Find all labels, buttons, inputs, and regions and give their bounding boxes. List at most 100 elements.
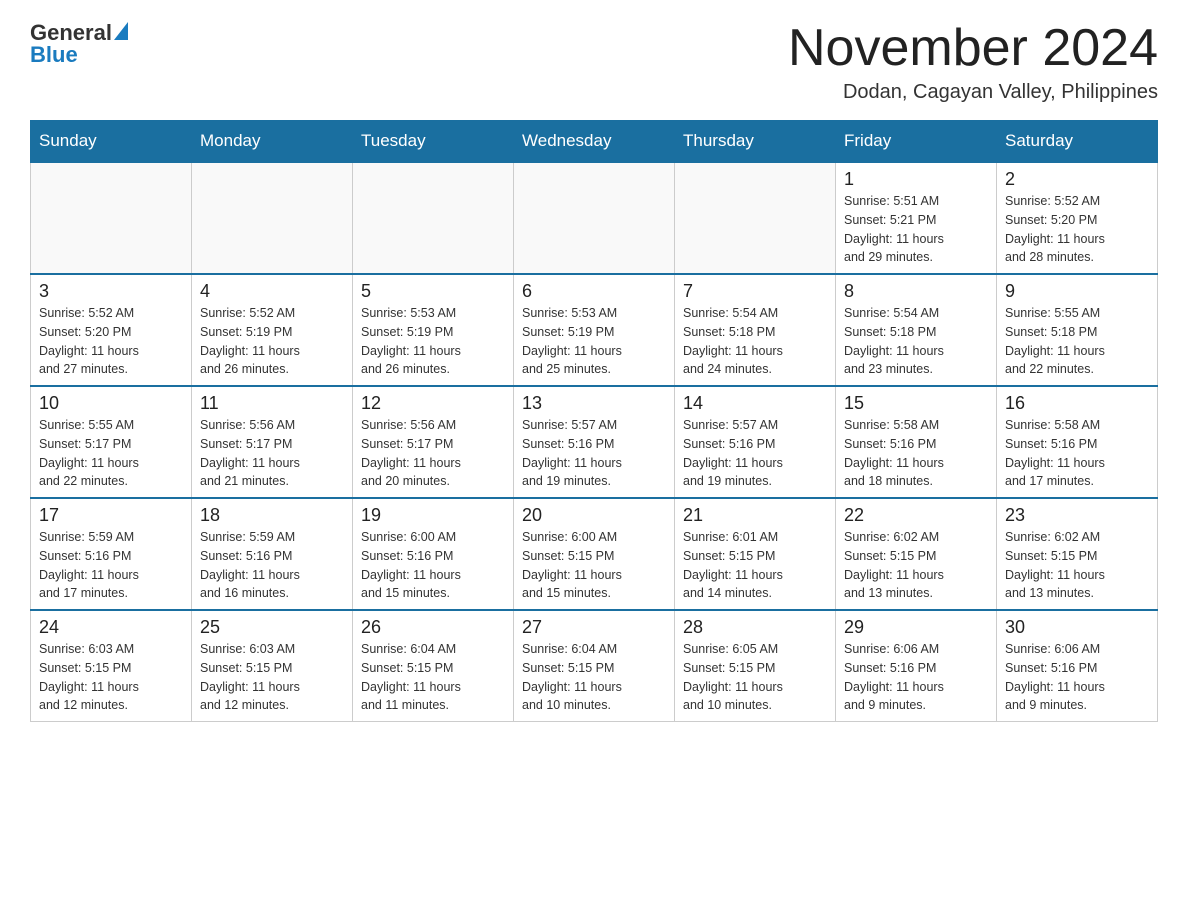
calendar-cell: 8Sunrise: 5:54 AM Sunset: 5:18 PM Daylig… — [836, 274, 997, 386]
day-number: 11 — [200, 393, 344, 414]
column-header-monday: Monday — [192, 121, 353, 163]
calendar-table: SundayMondayTuesdayWednesdayThursdayFrid… — [30, 120, 1158, 722]
title-block: November 2024 Dodan, Cagayan Valley, Phi… — [788, 20, 1158, 104]
day-info: Sunrise: 5:56 AM Sunset: 5:17 PM Dayligh… — [200, 416, 344, 491]
day-number: 30 — [1005, 617, 1149, 638]
logo-wordmark: General Blue — [30, 20, 128, 68]
column-header-sunday: Sunday — [31, 121, 192, 163]
page-header: General Blue November 2024 Dodan, Cagaya… — [30, 20, 1158, 104]
calendar-cell: 13Sunrise: 5:57 AM Sunset: 5:16 PM Dayli… — [514, 386, 675, 498]
day-number: 15 — [844, 393, 988, 414]
day-number: 16 — [1005, 393, 1149, 414]
week-row-5: 24Sunrise: 6:03 AM Sunset: 5:15 PM Dayli… — [31, 610, 1158, 722]
week-row-4: 17Sunrise: 5:59 AM Sunset: 5:16 PM Dayli… — [31, 498, 1158, 610]
day-info: Sunrise: 5:54 AM Sunset: 5:18 PM Dayligh… — [844, 304, 988, 379]
day-number: 27 — [522, 617, 666, 638]
week-row-3: 10Sunrise: 5:55 AM Sunset: 5:17 PM Dayli… — [31, 386, 1158, 498]
day-number: 12 — [361, 393, 505, 414]
day-number: 2 — [1005, 169, 1149, 190]
day-number: 19 — [361, 505, 505, 526]
column-header-saturday: Saturday — [997, 121, 1158, 163]
calendar-cell: 25Sunrise: 6:03 AM Sunset: 5:15 PM Dayli… — [192, 610, 353, 722]
day-info: Sunrise: 5:57 AM Sunset: 5:16 PM Dayligh… — [683, 416, 827, 491]
day-info: Sunrise: 6:03 AM Sunset: 5:15 PM Dayligh… — [39, 640, 183, 715]
calendar-cell: 6Sunrise: 5:53 AM Sunset: 5:19 PM Daylig… — [514, 274, 675, 386]
day-number: 8 — [844, 281, 988, 302]
day-info: Sunrise: 5:52 AM Sunset: 5:19 PM Dayligh… — [200, 304, 344, 379]
day-number: 21 — [683, 505, 827, 526]
day-info: Sunrise: 6:00 AM Sunset: 5:16 PM Dayligh… — [361, 528, 505, 603]
calendar-cell: 9Sunrise: 5:55 AM Sunset: 5:18 PM Daylig… — [997, 274, 1158, 386]
day-info: Sunrise: 6:00 AM Sunset: 5:15 PM Dayligh… — [522, 528, 666, 603]
day-info: Sunrise: 5:51 AM Sunset: 5:21 PM Dayligh… — [844, 192, 988, 267]
calendar-cell: 17Sunrise: 5:59 AM Sunset: 5:16 PM Dayli… — [31, 498, 192, 610]
day-number: 1 — [844, 169, 988, 190]
calendar-cell — [514, 162, 675, 274]
day-info: Sunrise: 5:55 AM Sunset: 5:18 PM Dayligh… — [1005, 304, 1149, 379]
day-info: Sunrise: 5:54 AM Sunset: 5:18 PM Dayligh… — [683, 304, 827, 379]
calendar-cell — [31, 162, 192, 274]
day-number: 9 — [1005, 281, 1149, 302]
calendar-cell: 19Sunrise: 6:00 AM Sunset: 5:16 PM Dayli… — [353, 498, 514, 610]
day-number: 7 — [683, 281, 827, 302]
column-header-wednesday: Wednesday — [514, 121, 675, 163]
calendar-cell: 18Sunrise: 5:59 AM Sunset: 5:16 PM Dayli… — [192, 498, 353, 610]
calendar-cell: 12Sunrise: 5:56 AM Sunset: 5:17 PM Dayli… — [353, 386, 514, 498]
day-info: Sunrise: 5:53 AM Sunset: 5:19 PM Dayligh… — [522, 304, 666, 379]
day-number: 22 — [844, 505, 988, 526]
header-row: SundayMondayTuesdayWednesdayThursdayFrid… — [31, 121, 1158, 163]
day-number: 14 — [683, 393, 827, 414]
calendar-cell: 26Sunrise: 6:04 AM Sunset: 5:15 PM Dayli… — [353, 610, 514, 722]
day-number: 3 — [39, 281, 183, 302]
day-info: Sunrise: 5:59 AM Sunset: 5:16 PM Dayligh… — [200, 528, 344, 603]
calendar-cell: 14Sunrise: 5:57 AM Sunset: 5:16 PM Dayli… — [675, 386, 836, 498]
calendar-cell: 4Sunrise: 5:52 AM Sunset: 5:19 PM Daylig… — [192, 274, 353, 386]
calendar-cell: 28Sunrise: 6:05 AM Sunset: 5:15 PM Dayli… — [675, 610, 836, 722]
logo-blue-text: Blue — [30, 42, 78, 68]
day-info: Sunrise: 6:02 AM Sunset: 5:15 PM Dayligh… — [1005, 528, 1149, 603]
calendar-title: November 2024 — [788, 20, 1158, 77]
calendar-cell: 23Sunrise: 6:02 AM Sunset: 5:15 PM Dayli… — [997, 498, 1158, 610]
day-info: Sunrise: 6:04 AM Sunset: 5:15 PM Dayligh… — [361, 640, 505, 715]
day-number: 24 — [39, 617, 183, 638]
day-info: Sunrise: 6:02 AM Sunset: 5:15 PM Dayligh… — [844, 528, 988, 603]
day-info: Sunrise: 5:53 AM Sunset: 5:19 PM Dayligh… — [361, 304, 505, 379]
calendar-cell: 3Sunrise: 5:52 AM Sunset: 5:20 PM Daylig… — [31, 274, 192, 386]
column-header-tuesday: Tuesday — [353, 121, 514, 163]
calendar-cell: 11Sunrise: 5:56 AM Sunset: 5:17 PM Dayli… — [192, 386, 353, 498]
calendar-cell: 15Sunrise: 5:58 AM Sunset: 5:16 PM Dayli… — [836, 386, 997, 498]
column-header-friday: Friday — [836, 121, 997, 163]
day-info: Sunrise: 6:06 AM Sunset: 5:16 PM Dayligh… — [1005, 640, 1149, 715]
day-number: 5 — [361, 281, 505, 302]
day-info: Sunrise: 6:04 AM Sunset: 5:15 PM Dayligh… — [522, 640, 666, 715]
week-row-2: 3Sunrise: 5:52 AM Sunset: 5:20 PM Daylig… — [31, 274, 1158, 386]
day-number: 26 — [361, 617, 505, 638]
day-info: Sunrise: 5:59 AM Sunset: 5:16 PM Dayligh… — [39, 528, 183, 603]
calendar-header: SundayMondayTuesdayWednesdayThursdayFrid… — [31, 121, 1158, 163]
day-number: 13 — [522, 393, 666, 414]
day-number: 10 — [39, 393, 183, 414]
calendar-cell: 16Sunrise: 5:58 AM Sunset: 5:16 PM Dayli… — [997, 386, 1158, 498]
day-info: Sunrise: 6:05 AM Sunset: 5:15 PM Dayligh… — [683, 640, 827, 715]
day-info: Sunrise: 5:58 AM Sunset: 5:16 PM Dayligh… — [1005, 416, 1149, 491]
day-info: Sunrise: 5:52 AM Sunset: 5:20 PM Dayligh… — [1005, 192, 1149, 267]
logo-triangle-icon — [114, 22, 128, 40]
calendar-body: 1Sunrise: 5:51 AM Sunset: 5:21 PM Daylig… — [31, 162, 1158, 722]
day-info: Sunrise: 5:55 AM Sunset: 5:17 PM Dayligh… — [39, 416, 183, 491]
calendar-cell: 24Sunrise: 6:03 AM Sunset: 5:15 PM Dayli… — [31, 610, 192, 722]
calendar-cell: 2Sunrise: 5:52 AM Sunset: 5:20 PM Daylig… — [997, 162, 1158, 274]
day-number: 4 — [200, 281, 344, 302]
calendar-cell: 27Sunrise: 6:04 AM Sunset: 5:15 PM Dayli… — [514, 610, 675, 722]
day-info: Sunrise: 6:03 AM Sunset: 5:15 PM Dayligh… — [200, 640, 344, 715]
day-number: 29 — [844, 617, 988, 638]
column-header-thursday: Thursday — [675, 121, 836, 163]
calendar-cell: 5Sunrise: 5:53 AM Sunset: 5:19 PM Daylig… — [353, 274, 514, 386]
day-info: Sunrise: 6:06 AM Sunset: 5:16 PM Dayligh… — [844, 640, 988, 715]
day-number: 18 — [200, 505, 344, 526]
day-number: 28 — [683, 617, 827, 638]
calendar-subtitle: Dodan, Cagayan Valley, Philippines — [788, 81, 1158, 104]
calendar-cell: 7Sunrise: 5:54 AM Sunset: 5:18 PM Daylig… — [675, 274, 836, 386]
day-info: Sunrise: 6:01 AM Sunset: 5:15 PM Dayligh… — [683, 528, 827, 603]
calendar-cell: 22Sunrise: 6:02 AM Sunset: 5:15 PM Dayli… — [836, 498, 997, 610]
calendar-cell: 1Sunrise: 5:51 AM Sunset: 5:21 PM Daylig… — [836, 162, 997, 274]
